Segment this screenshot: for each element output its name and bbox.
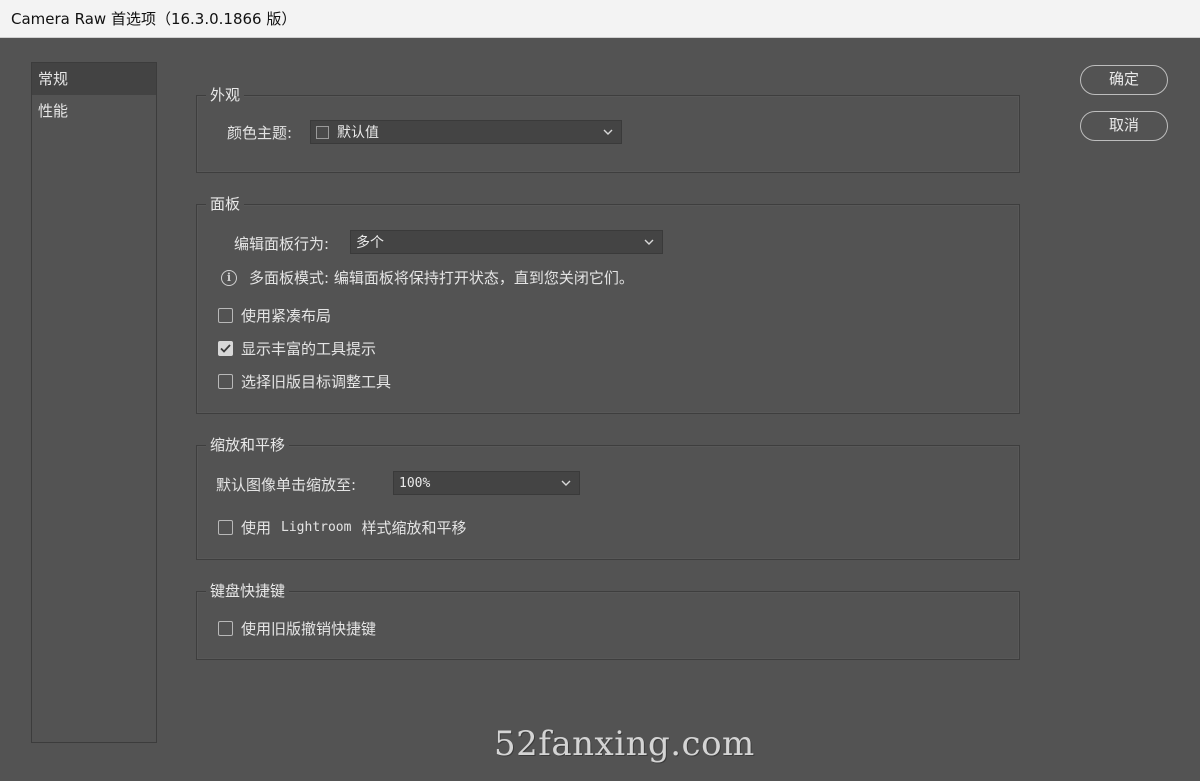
rich-tooltips-option[interactable]: 显示丰富的工具提示 bbox=[218, 338, 376, 359]
checkmark-icon bbox=[220, 344, 231, 353]
legacy-targeted-tool-label: 选择旧版目标调整工具 bbox=[241, 373, 392, 391]
rich-tooltips-label: 显示丰富的工具提示 bbox=[241, 340, 377, 358]
panel-behavior-dropdown[interactable]: 多个 bbox=[350, 230, 663, 254]
color-theme-value: 默认值 bbox=[337, 125, 379, 141]
theme-swatch-icon bbox=[316, 125, 329, 139]
appearance-group-title: 外观 bbox=[206, 85, 245, 105]
panels-group-title: 面板 bbox=[206, 194, 245, 214]
keyboard-shortcuts-group-title: 键盘快捷键 bbox=[206, 581, 290, 601]
default-zoom-value: 100% bbox=[399, 475, 431, 491]
default-zoom-label: 默认图像单击缩放至: bbox=[216, 476, 357, 494]
zoom-pan-group: 缩放和平移 默认图像单击缩放至: 100% 使用 Lightroom 样式缩放和… bbox=[196, 435, 1020, 560]
watermark-text: 52fanxing.com bbox=[494, 724, 755, 764]
panel-behavior-label: 编辑面板行为: bbox=[234, 235, 330, 253]
legacy-undo-checkbox[interactable] bbox=[218, 621, 233, 636]
panels-group: 面板 编辑面板行为: 多个 i 多面板模式: 编辑面板将保持打开状态，直到您关闭… bbox=[196, 194, 1020, 414]
appearance-group: 外观 颜色主题: 默认值 bbox=[196, 85, 1020, 173]
window-title: Camera Raw 首选项（16.3.0.1866 版） bbox=[11, 10, 297, 28]
chevron-down-icon bbox=[601, 123, 615, 141]
ok-button[interactable]: 确定 bbox=[1080, 65, 1168, 95]
legacy-targeted-tool-option[interactable]: 选择旧版目标调整工具 bbox=[218, 371, 391, 392]
sidebar: 常规 性能 bbox=[31, 62, 157, 743]
keyboard-shortcuts-group: 键盘快捷键 使用旧版撤销快捷键 bbox=[196, 581, 1020, 660]
multi-panel-info-text: 多面板模式: 编辑面板将保持打开状态，直到您关闭它们。 bbox=[249, 269, 634, 287]
lightroom-zoom-checkbox[interactable] bbox=[218, 520, 233, 535]
info-icon: i bbox=[221, 269, 237, 286]
multi-panel-info: i 多面板模式: 编辑面板将保持打开状态，直到您关闭它们。 bbox=[221, 267, 634, 288]
rich-tooltips-checkbox[interactable] bbox=[218, 341, 233, 356]
compact-layout-option[interactable]: 使用紧凑布局 bbox=[218, 305, 331, 326]
window-title-bar: Camera Raw 首选项（16.3.0.1866 版） bbox=[0, 0, 1200, 38]
compact-layout-checkbox[interactable] bbox=[218, 308, 233, 323]
chevron-down-icon bbox=[559, 474, 573, 492]
legacy-undo-option[interactable]: 使用旧版撤销快捷键 bbox=[218, 618, 376, 639]
lightroom-zoom-option[interactable]: 使用 Lightroom 样式缩放和平移 bbox=[218, 517, 466, 538]
preferences-dialog: 常规 性能 外观 颜色主题: 默认值 面板 编辑面板行为: 多个 i 多面板模式… bbox=[0, 38, 1200, 781]
chevron-down-icon bbox=[642, 233, 656, 251]
panel-behavior-value: 多个 bbox=[356, 235, 384, 251]
default-zoom-dropdown[interactable]: 100% bbox=[393, 471, 580, 495]
sidebar-item-general[interactable]: 常规 bbox=[32, 63, 156, 95]
cancel-button[interactable]: 取消 bbox=[1080, 111, 1168, 141]
legacy-undo-label: 使用旧版撤销快捷键 bbox=[241, 620, 377, 638]
lightroom-zoom-suffix: 样式缩放和平移 bbox=[361, 519, 467, 537]
sidebar-item-label: 常规 bbox=[38, 70, 69, 88]
compact-layout-label: 使用紧凑布局 bbox=[241, 307, 332, 325]
lightroom-word: Lightroom bbox=[281, 520, 352, 535]
lightroom-zoom-prefix: 使用 bbox=[241, 519, 272, 537]
legacy-targeted-tool-checkbox[interactable] bbox=[218, 374, 233, 389]
zoom-pan-group-title: 缩放和平移 bbox=[206, 435, 290, 455]
sidebar-item-performance[interactable]: 性能 bbox=[32, 95, 156, 127]
theme-label: 颜色主题: bbox=[227, 124, 293, 142]
sidebar-item-label: 性能 bbox=[38, 102, 69, 120]
color-theme-dropdown[interactable]: 默认值 bbox=[310, 120, 622, 144]
